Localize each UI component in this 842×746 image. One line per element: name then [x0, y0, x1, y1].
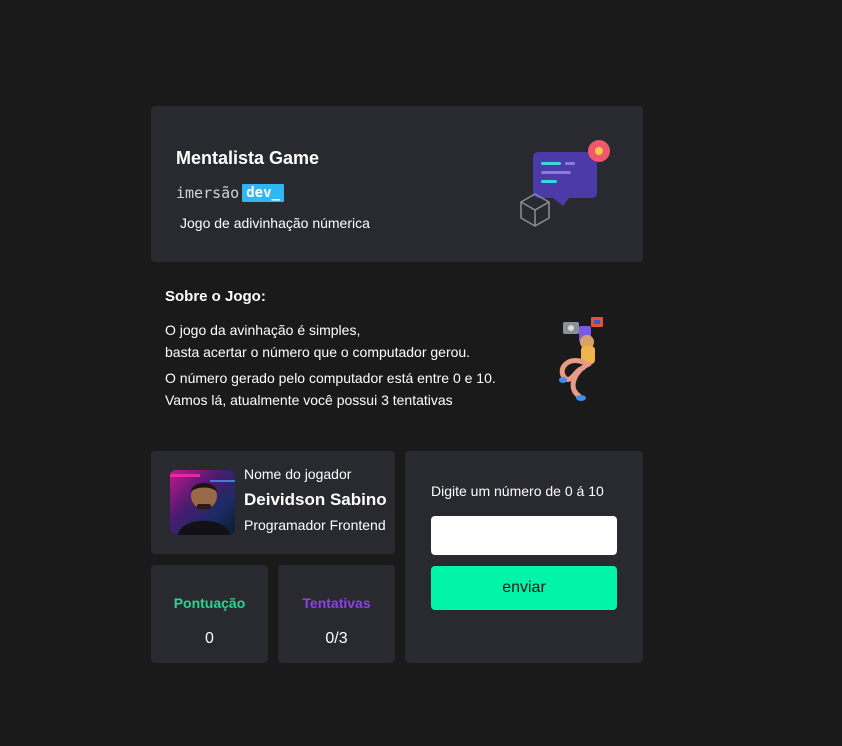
page-title: Mentalista Game [176, 148, 320, 168]
about-title: Sobre o Jogo: [165, 288, 266, 305]
score-value: 0 [205, 630, 214, 647]
score-card: Pontuação 0 [151, 565, 268, 663]
player-name: Deividson Sabino [244, 490, 387, 509]
tries-label: Tentativas [302, 595, 371, 611]
player-role: Programador Frontend [244, 517, 386, 533]
person-with-laptop-icon [559, 317, 603, 401]
page-subtitle: Jogo de adivinhação númerica [180, 215, 370, 231]
tries-card: Tentativas 0/3 [278, 565, 395, 663]
guess-card: Digite um número de 0 á 10 enviar [405, 451, 643, 663]
brand-word: imersão [176, 184, 240, 202]
brand-tag: dev_ [242, 184, 284, 202]
chat-bubble-icon [520, 140, 610, 227]
player-card: Nome do jogador Deividson Sabino Program… [151, 451, 395, 554]
brand-logo: imersão dev_ [176, 184, 284, 202]
avatar [170, 470, 235, 535]
score-label: Pontuação [173, 595, 246, 611]
guess-label: Digite um número de 0 á 10 [431, 483, 604, 499]
player-label: Nome do jogador [244, 466, 352, 482]
player-photo [170, 474, 235, 535]
tries-value: 0/3 [325, 630, 348, 647]
guess-input[interactable] [431, 516, 617, 555]
header-card: Mentalista Game imersão dev_ Jogo de adi… [151, 106, 643, 262]
send-button[interactable]: enviar [431, 566, 617, 610]
about-section: Sobre o Jogo: O jogo da avinhação é simp… [165, 288, 635, 428]
